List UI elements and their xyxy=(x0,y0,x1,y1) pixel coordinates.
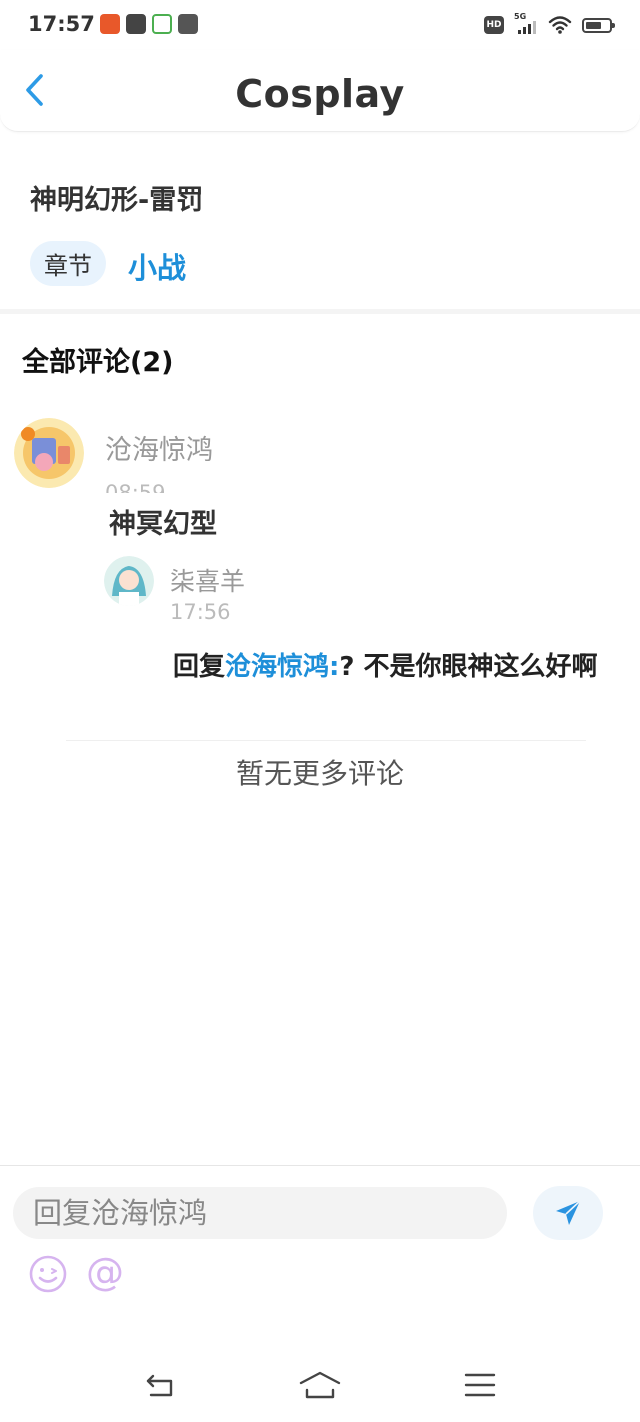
status-time: 17:57 xyxy=(28,12,95,36)
video-app-icon xyxy=(152,14,172,34)
reply-prefix: 回复 xyxy=(173,652,226,682)
comment-text: 神冥幻型 xyxy=(109,509,217,540)
page-title: Cosplay xyxy=(235,72,405,116)
nav-home-button[interactable] xyxy=(298,1369,342,1401)
wifi-icon xyxy=(548,16,572,34)
send-button[interactable] xyxy=(533,1186,603,1240)
chapter-tag: 章节 xyxy=(30,241,106,286)
avatar[interactable] xyxy=(104,556,154,606)
hd-badge: HD xyxy=(484,16,504,34)
message-app-icon xyxy=(178,14,198,34)
notification-app-icon xyxy=(100,14,120,34)
signal-icon: 5G xyxy=(514,12,538,36)
emoji-button[interactable] xyxy=(28,1254,68,1294)
reply-bar: @ xyxy=(0,1165,640,1347)
comment-time-clip: 08:59 xyxy=(100,476,300,493)
comment-time: 08:59 xyxy=(105,481,166,493)
comment-time: 17:56 xyxy=(170,600,231,624)
nav-back-button[interactable] xyxy=(138,1369,182,1401)
section-divider xyxy=(0,309,640,314)
nav-menu-button[interactable] xyxy=(458,1369,502,1401)
reply-body: ? 不是你眼神这么好啊 xyxy=(339,652,598,682)
smiley-icon xyxy=(29,1255,67,1293)
list-divider xyxy=(66,740,586,741)
send-icon xyxy=(556,1200,581,1225)
reply-input[interactable] xyxy=(13,1187,507,1239)
post-title: 神明幻形-雷罚 xyxy=(30,185,204,216)
app-header: Cosplay xyxy=(0,50,640,132)
commenter-name[interactable]: 沧海惊鸿 xyxy=(105,428,213,467)
avatar[interactable] xyxy=(14,418,84,488)
reply-text: 回复沧海惊鸿:? 不是你眼神这么好啊 xyxy=(173,650,623,684)
menu-icon xyxy=(464,1373,496,1397)
commenter-name[interactable]: 柒喜羊 xyxy=(170,562,245,598)
mention-link[interactable]: 沧海惊鸿: xyxy=(225,652,339,682)
battery-level xyxy=(586,21,602,29)
network-type-label: 5G xyxy=(514,12,527,21)
comments-heading: 全部评论(2) xyxy=(22,347,174,378)
home-icon xyxy=(299,1371,341,1399)
chapter-link[interactable]: 小战 xyxy=(128,245,186,287)
mention-button[interactable]: @ xyxy=(86,1250,124,1294)
music-app-icon xyxy=(126,14,146,34)
no-more-comments: 暂无更多评论 xyxy=(235,757,404,790)
back-arrow-icon xyxy=(146,1374,173,1397)
battery-icon xyxy=(582,17,615,33)
status-bar: 17:57 HD 5G xyxy=(0,0,640,50)
system-nav-bar xyxy=(0,1347,640,1422)
